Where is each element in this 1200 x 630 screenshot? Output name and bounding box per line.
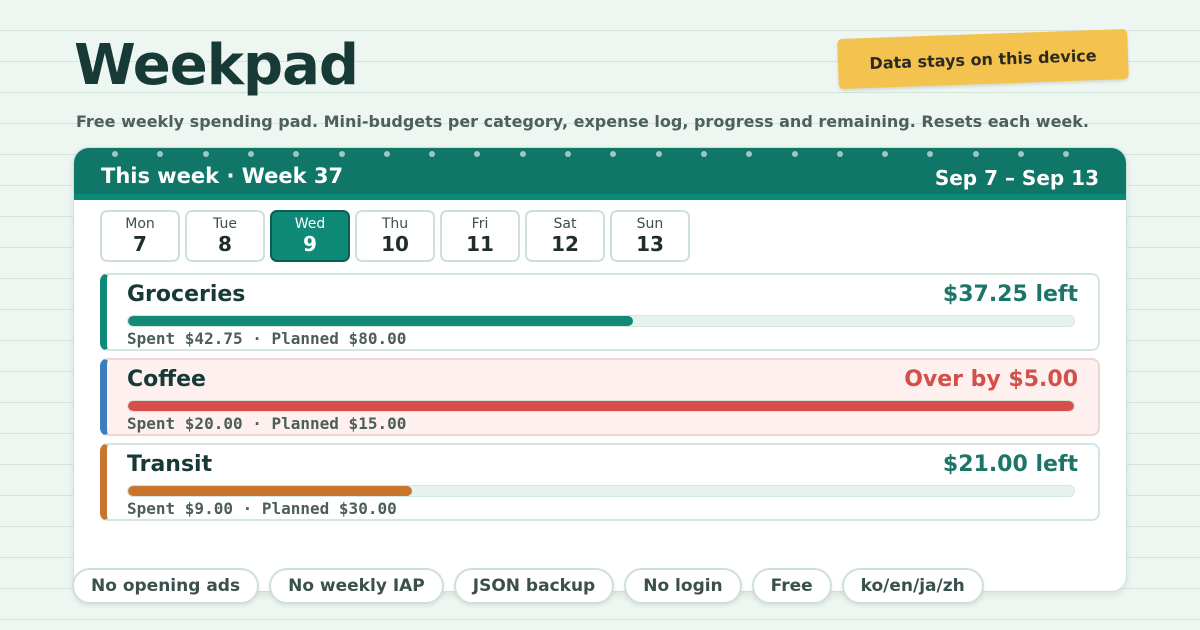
week-card: This week · Week 37 Sep 7 – Sep 13 Mon 7… [73,147,1127,592]
category-groceries[interactable]: Groceries $37.25 left Spent $42.75 · Pla… [100,273,1100,351]
day-sun[interactable]: Sun 13 [610,210,690,262]
binder-hole [202,151,209,157]
category-progress-track [127,485,1075,497]
day-name: Mon [125,216,155,233]
binder-hole [247,151,254,157]
day-sat[interactable]: Sat 12 [525,210,605,262]
binder-hole [655,151,662,157]
chip-json-backup: JSON backup [453,568,615,604]
chip-no-ads: No opening ads [72,568,260,604]
binder-hole [927,151,934,157]
binder-hole [293,151,300,157]
category-transit[interactable]: Transit $21.00 left Spent $9.00 · Planne… [100,443,1100,521]
week-date-range: Sep 7 – Sep 13 [934,166,1099,190]
category-progress-fill [128,486,412,496]
category-spent-planned: Spent $9.00 · Planned $30.00 [127,499,397,518]
binder-hole [746,151,753,157]
day-tue[interactable]: Tue 8 [185,210,265,262]
binder-hole [791,151,798,157]
day-number: 13 [636,231,664,256]
category-coffee[interactable]: Coffee Over by $5.00 Spent $20.00 · Plan… [100,358,1100,436]
chip-languages: ko/en/ja/zh [841,568,984,604]
day-number: 8 [218,231,232,256]
feature-chips: No opening ads No weekly IAP JSON backup… [72,568,984,604]
day-mon[interactable]: Mon 7 [100,210,180,262]
binder-hole [157,151,164,157]
binder-hole [338,151,345,157]
binder-hole [972,151,979,157]
day-name: Fri [471,216,489,233]
category-remaining: $37.25 left [942,282,1078,307]
category-spent-planned: Spent $20.00 · Planned $15.00 [127,414,407,433]
privacy-tag: Data stays on this device [837,28,1129,90]
app-title: Weekpad [74,33,359,98]
day-name: Thu [381,216,409,233]
day-number: 12 [551,231,579,256]
day-wed[interactable]: Wed 9 [270,210,350,262]
binder-holes [74,151,1126,157]
day-fri[interactable]: Fri 11 [440,210,520,262]
day-thu[interactable]: Thu 10 [355,210,435,262]
category-progress-fill [128,401,1074,411]
category-name: Transit [127,452,213,477]
chip-no-login: No login [624,568,742,604]
category-spent-planned: Spent $42.75 · Planned $80.00 [127,329,407,348]
category-over: Over by $5.00 [904,367,1078,392]
binder-hole [1018,151,1024,157]
day-number: 7 [133,231,147,256]
day-name: Sun [636,216,664,233]
binder-hole [882,151,889,157]
day-selector: Mon 7 Tue 8 Wed 9 Thu 10 Fri 11 Sat 12 S… [100,210,690,262]
app-subtitle: Free weekly spending pad. Mini-budgets p… [76,112,1089,131]
day-number: 9 [303,231,317,256]
day-name: Sat [553,216,577,233]
binder-hole [700,151,707,157]
binder-hole [836,151,843,157]
day-name: Tue [213,216,237,233]
binder-hole [610,151,617,157]
category-name: Coffee [127,367,206,392]
category-remaining: $21.00 left [942,452,1078,477]
binder-hole [1063,151,1070,157]
day-number: 10 [381,231,409,256]
category-progress-fill [128,316,634,326]
binder-hole [429,151,436,157]
binder-hole [112,151,118,157]
binder-hole [565,151,571,157]
binder-hole [383,151,390,157]
day-number: 11 [466,231,494,256]
day-name: Wed [294,216,326,233]
category-name: Groceries [127,282,246,307]
binder-hole [519,151,526,157]
chip-no-iap: No weekly IAP [269,568,444,604]
binder-hole [474,151,481,157]
category-progress-track [127,315,1075,327]
chip-free: Free [751,568,832,604]
week-header: This week · Week 37 Sep 7 – Sep 13 [74,148,1126,200]
category-progress-track [127,400,1075,412]
week-label: This week · Week 37 [101,164,344,188]
